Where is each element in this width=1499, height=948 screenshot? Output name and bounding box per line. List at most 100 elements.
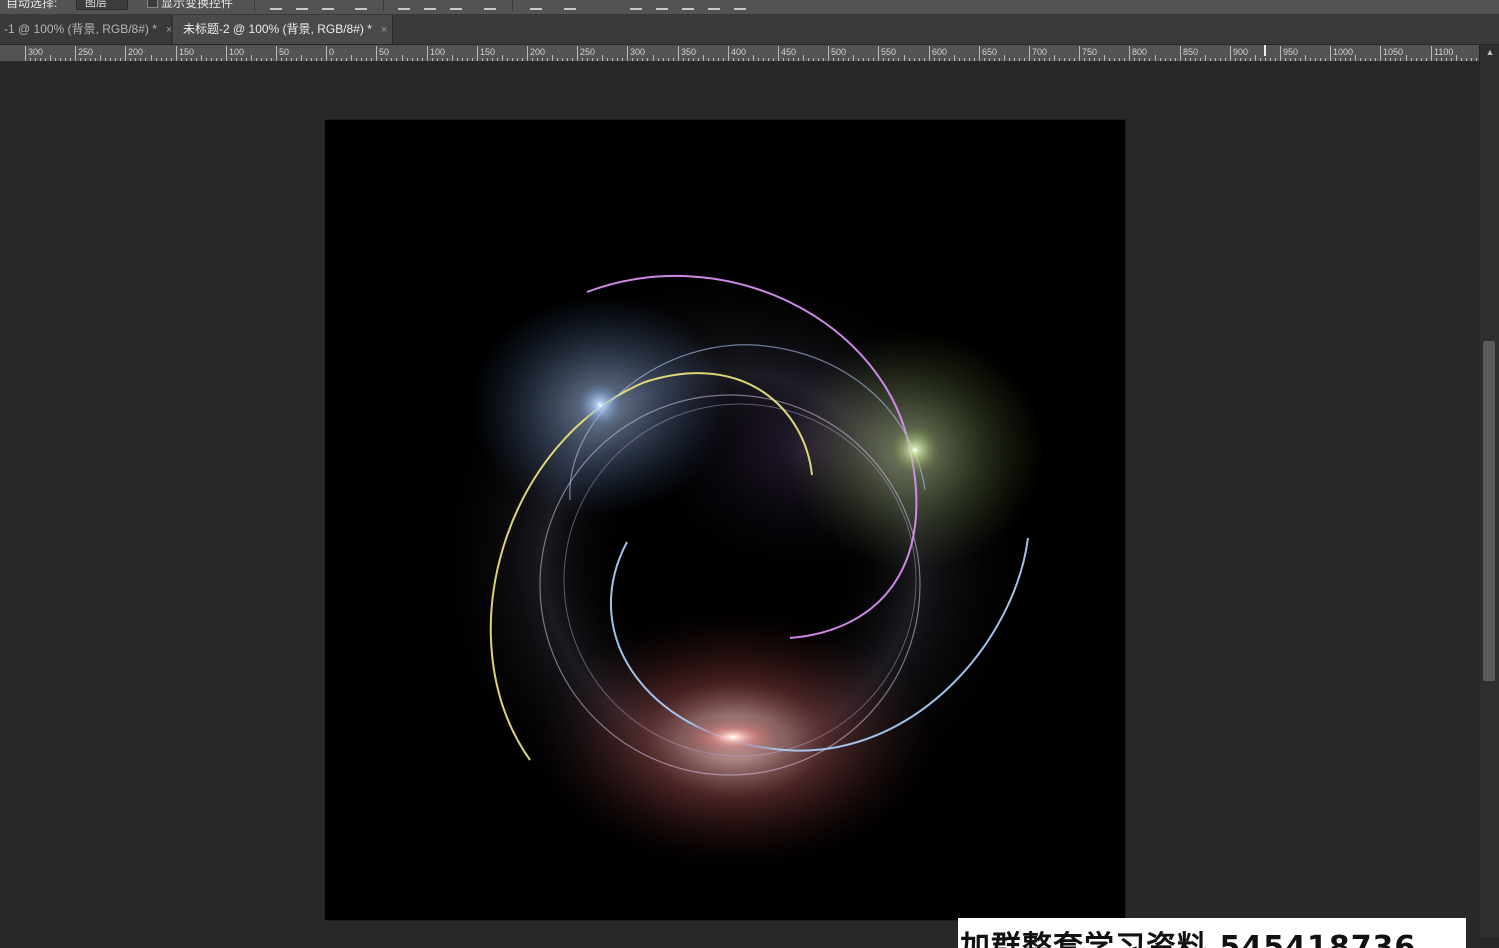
- ruler-tick: [176, 46, 177, 61]
- ruler-label: 600: [932, 47, 948, 57]
- ruler-tick: [130, 58, 131, 61]
- ruler-label: 300: [28, 47, 44, 57]
- close-icon[interactable]: ×: [166, 16, 172, 45]
- ruler-tick: [848, 58, 849, 61]
- ruler-tick: [191, 58, 192, 61]
- ruler-tick: [1335, 58, 1336, 61]
- ruler-tick: [487, 58, 488, 61]
- drag-3d-icon[interactable]: [682, 0, 694, 10]
- close-icon[interactable]: ×: [381, 16, 387, 45]
- ruler-tick: [432, 58, 433, 61]
- align-top-icon[interactable]: [270, 0, 282, 10]
- ruler-label: 200: [128, 47, 144, 57]
- ruler-tick: [477, 46, 478, 61]
- more-options-icon[interactable]: [530, 0, 542, 10]
- ruler-tick: [1139, 58, 1140, 61]
- ruler-tick: [773, 58, 774, 61]
- ruler-tick: [919, 58, 920, 61]
- ruler-tick: [663, 58, 664, 61]
- ruler-tick: [878, 46, 879, 61]
- ruler-tick: [738, 58, 739, 61]
- ruler-tick: [868, 58, 869, 61]
- slide-3d-icon[interactable]: [708, 0, 720, 10]
- ruler-tick: [974, 58, 975, 61]
- scroll-up-icon[interactable]: ▲: [1480, 47, 1499, 57]
- distribute-left-icon[interactable]: [484, 0, 496, 10]
- roll-3d-icon[interactable]: [656, 0, 668, 10]
- ruler-tick: [1265, 58, 1266, 61]
- ruler-tick: [883, 58, 884, 61]
- ruler-tick: [954, 55, 955, 61]
- ruler-tick: [587, 58, 588, 61]
- ruler-tick: [1325, 58, 1326, 61]
- ruler-tick: [999, 58, 1000, 61]
- ruler-tick: [1365, 58, 1366, 61]
- tab-document-2[interactable]: 未标题-2 @ 100% (背景, RGB/8#) * ×: [173, 15, 393, 44]
- align-bottom-icon[interactable]: [322, 0, 334, 10]
- ruler-tick: [427, 46, 428, 61]
- ruler-tick: [843, 58, 844, 61]
- ruler-tick: [1345, 58, 1346, 61]
- document-canvas[interactable]: [325, 120, 1125, 920]
- ruler-tick: [658, 58, 659, 61]
- ruler-tick: [115, 58, 116, 61]
- ruler-tick: [371, 58, 372, 61]
- horizontal-ruler[interactable]: 300 250 200 150 100 50 0 50 100 150 200 250 300 350 40…: [0, 45, 1479, 62]
- distribute-bottom-icon[interactable]: [450, 0, 462, 10]
- ruler-tick: [783, 58, 784, 61]
- ruler-tick: [25, 46, 26, 61]
- ruler-label: 1050: [1383, 47, 1404, 57]
- ruler-tick: [723, 58, 724, 61]
- ruler-tick: [1380, 46, 1381, 61]
- ruler-tick: [90, 58, 91, 61]
- vertical-scrollbar[interactable]: ▲: [1479, 45, 1499, 937]
- ruler-tick: [211, 58, 212, 61]
- ruler-tick: [748, 58, 749, 61]
- 3d-mode-icon[interactable]: [564, 0, 576, 10]
- ruler-tick: [206, 58, 207, 61]
- ruler-tick: [417, 58, 418, 61]
- ruler-tick: [361, 58, 362, 61]
- ruler-tick: [934, 58, 935, 61]
- ruler-tick: [632, 58, 633, 61]
- ruler-tick: [653, 55, 654, 61]
- ruler-tick: [1084, 58, 1085, 61]
- ruler-tick: [1049, 58, 1050, 61]
- ruler-label: 1100: [1434, 47, 1454, 57]
- ruler-tick: [778, 46, 779, 61]
- ruler-tick: [693, 58, 694, 61]
- ruler-tick: [909, 58, 910, 61]
- ruler-tick: [1039, 58, 1040, 61]
- ruler-tick: [306, 58, 307, 61]
- ruler-tick: [296, 58, 297, 61]
- ruler-label: 200: [530, 47, 546, 57]
- distribute-top-icon[interactable]: [398, 0, 410, 10]
- ruler-tick: [904, 55, 905, 61]
- align-vcenter-icon[interactable]: [296, 0, 308, 10]
- show-transform-checkbox[interactable]: [147, 0, 158, 8]
- ruler-tick: [1079, 46, 1080, 61]
- layer-dropdown[interactable]: 图层: [76, 0, 128, 10]
- ruler-tick: [1074, 58, 1075, 61]
- ruler-tick: [547, 58, 548, 61]
- ruler-tick: [356, 58, 357, 61]
- ruler-tick: [391, 58, 392, 61]
- ruler-tick: [823, 58, 824, 61]
- distribute-center-icon[interactable]: [424, 0, 436, 10]
- ruler-tick: [1029, 46, 1030, 61]
- ruler-tick: [969, 58, 970, 61]
- ruler-tick: [1295, 58, 1296, 61]
- ruler-tick: [1064, 58, 1065, 61]
- ruler-tick: [1290, 58, 1291, 61]
- scrollbar-thumb[interactable]: [1483, 341, 1495, 681]
- ruler-tick: [151, 55, 152, 61]
- align-left-icon[interactable]: [355, 0, 367, 10]
- ruler-tick: [100, 55, 101, 61]
- scale-3d-icon[interactable]: [734, 0, 746, 10]
- ruler-tick: [803, 55, 804, 61]
- rotate-3d-icon[interactable]: [630, 0, 642, 10]
- ruler-tick: [1109, 58, 1110, 61]
- ruler-tick: [1165, 58, 1166, 61]
- ruler-tick: [381, 58, 382, 61]
- tab-document-1[interactable]: -1 @ 100% (背景, RGB/8#) * ×: [0, 15, 172, 44]
